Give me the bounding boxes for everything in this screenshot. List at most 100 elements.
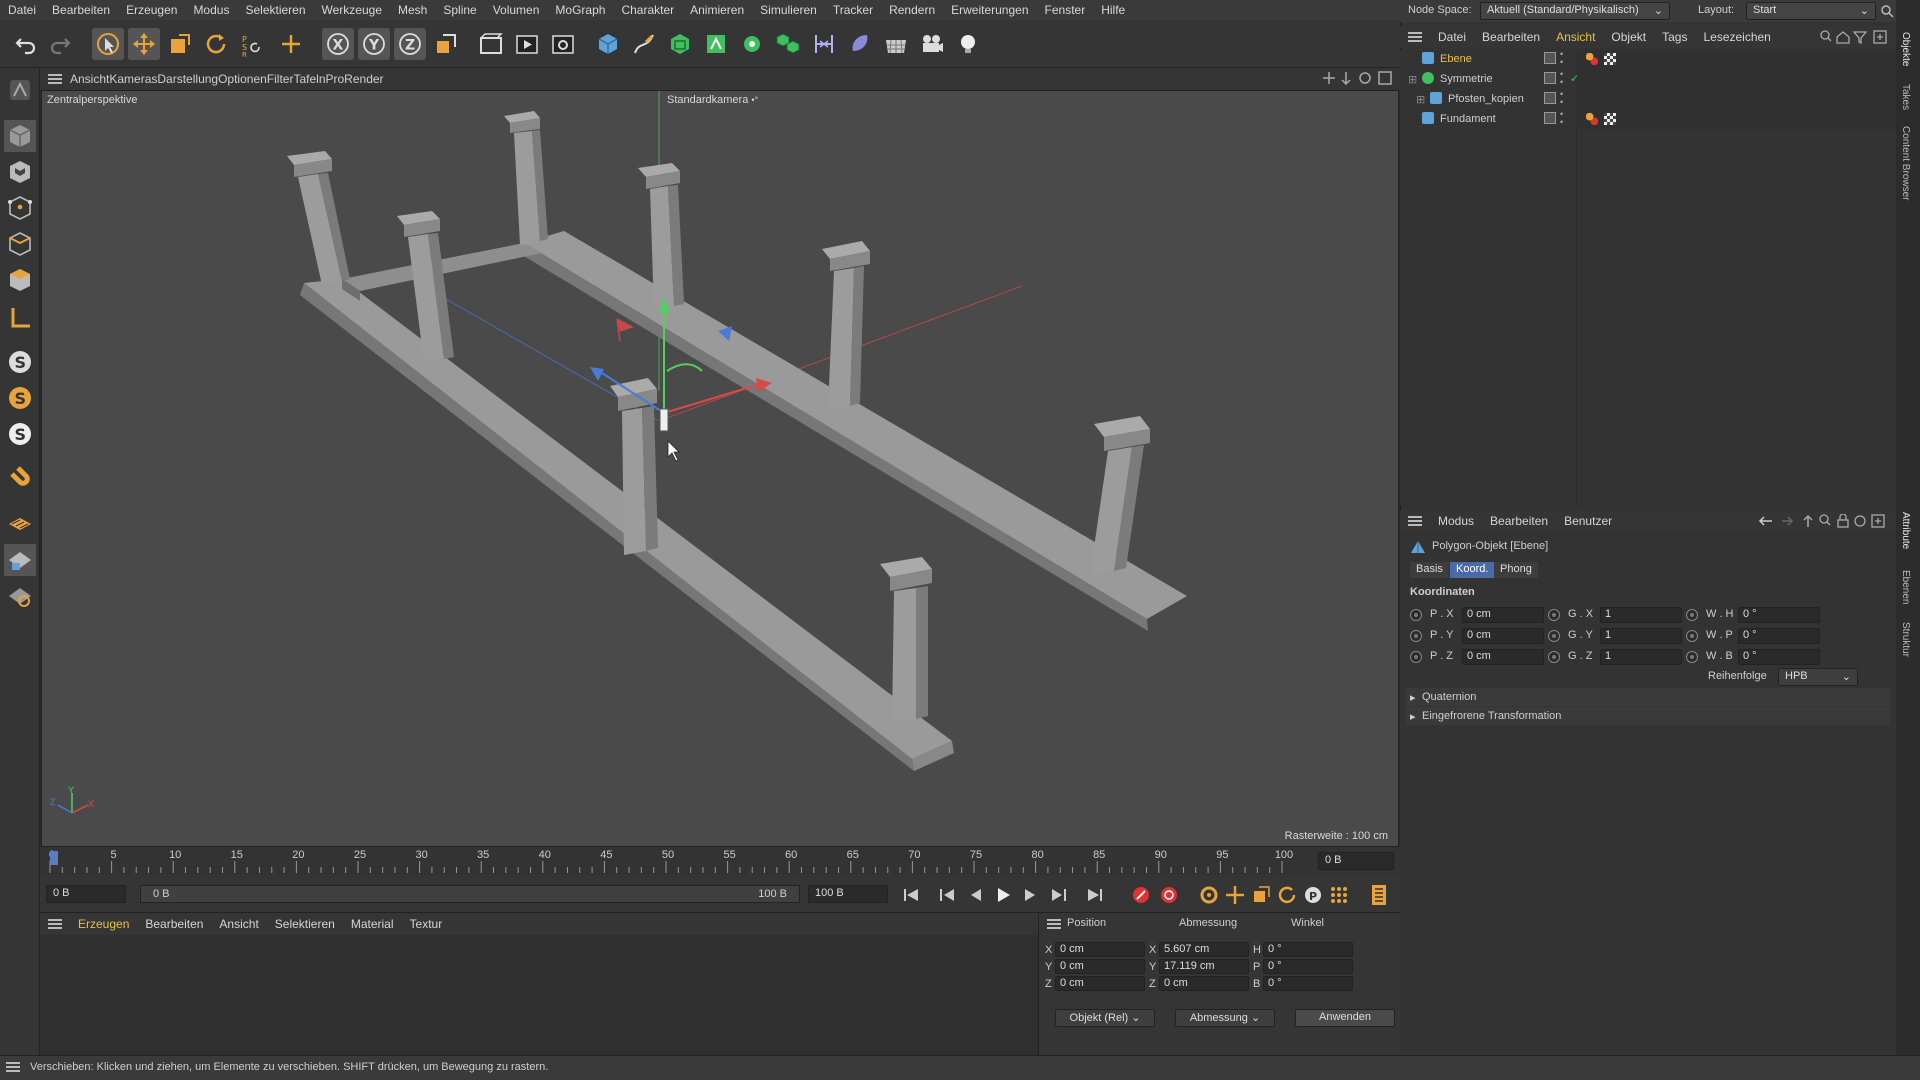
lock-x-axis-button[interactable]: X [322,28,354,60]
layout-select[interactable]: Start ⌄ [1746,2,1876,20]
object-menu-objekt[interactable]: Objekt [1603,30,1654,44]
menu-item-selektieren[interactable]: Selektieren [237,3,313,17]
planar-workplane-button[interactable] [4,580,36,612]
attr-scale-field[interactable]: 1 [1600,649,1682,665]
attr-scale-field[interactable]: 1 [1600,607,1682,623]
lock-icon[interactable] [1837,513,1849,528]
lock-z-axis-button[interactable]: Z [394,28,426,60]
object-menu-bearbeiten[interactable]: Bearbeiten [1474,30,1548,44]
record-keys-button[interactable] [1130,884,1152,906]
zoom-view-icon[interactable] [1341,72,1351,86]
field-button[interactable] [808,28,840,60]
menu-item-rendern[interactable]: Rendern [881,3,943,17]
phong-tag-icon[interactable] [1586,113,1598,125]
floor-button[interactable] [880,28,912,60]
expand-toggle-icon[interactable]: ⊞ [1416,93,1425,106]
search-icon[interactable] [1820,30,1832,42]
auto-keying-button[interactable] [1158,884,1180,906]
coord-menu-icon[interactable] [1047,919,1061,929]
key-parameter-button[interactable]: P [1302,884,1324,906]
render-view-button[interactable] [511,28,543,60]
texture-mode-button[interactable] [4,156,36,188]
search-icon[interactable] [1819,514,1831,526]
search-icon[interactable] [1880,4,1894,18]
material-menu-textur[interactable]: Textur [402,917,451,931]
recent-tools-button[interactable]: PSR [236,28,268,60]
menu-item-werkzeuge[interactable]: Werkzeuge [314,3,390,17]
redo-button[interactable] [44,28,76,60]
side-tab-layers[interactable]: Ebenen [1900,570,1911,604]
next-frame-button[interactable] [1020,884,1042,906]
attr-menu-bearbeiten[interactable]: Bearbeiten [1482,514,1556,528]
edit-toggle-icon[interactable] [1544,72,1556,84]
new-window-icon[interactable] [1871,514,1885,528]
object-row[interactable]: ⊞ Pfosten_kopien • • [1400,90,1896,110]
material-menu-erzeugen[interactable]: Erzeugen [70,917,137,931]
undo-button[interactable] [10,28,42,60]
menu-item-simulieren[interactable]: Simulieren [752,3,825,17]
object-row[interactable]: Ebene • • [1400,50,1896,70]
filter-icon[interactable] [1852,31,1868,45]
edge-mode-button[interactable] [4,228,36,260]
3d-viewport[interactable]: Zentralperspektive Standardkamera •° Ras… [41,90,1399,847]
side-tab-attributes[interactable]: Attribute [1900,512,1911,549]
material-menu-material[interactable]: Material [343,917,402,931]
goto-start-button[interactable] [900,884,922,906]
menu-item-volumen[interactable]: Volumen [485,3,548,17]
move-tool-button[interactable] [128,28,160,60]
menu-item-erzeugen[interactable]: Erzeugen [118,3,185,17]
attr-menu-modus[interactable]: Modus [1430,514,1482,528]
frozen-transform-section[interactable]: ▸ Eingefrorene Transformation [1406,707,1890,725]
menu-item-spline[interactable]: Spline [435,3,484,17]
side-tab-objects[interactable]: Objekte [1900,32,1911,66]
coordinate-system-button[interactable] [430,28,462,60]
solo-hierarchy-button[interactable]: S [4,418,36,450]
visibility-dots-icon[interactable]: • • [1560,70,1563,87]
expand-toggle-icon[interactable]: ⊞ [1408,73,1417,86]
attr-rot-field[interactable]: 0 ° [1738,649,1820,665]
create-object-tool-button[interactable] [275,28,307,60]
viewport-menu-optionen[interactable]: Optionen [218,72,267,86]
attr-pos-field[interactable]: 0 cm [1462,649,1544,665]
grid-lock-button[interactable] [4,544,36,576]
up-arrow-icon[interactable] [1803,514,1813,527]
magnet-button[interactable] [4,464,36,496]
live-select-button[interactable] [92,28,124,60]
timeline-ruler[interactable]: 0510152025303540455055606570758085909510… [40,847,1400,875]
prev-key-button[interactable] [936,884,958,906]
spline-pen-button[interactable] [628,28,660,60]
environment-button[interactable] [844,28,876,60]
edit-toggle-icon[interactable] [1544,92,1556,104]
coord-size-field[interactable]: 17.119 cm [1159,959,1249,974]
material-menu-ansicht[interactable]: Ansicht [211,917,266,931]
key-pla-button[interactable] [1328,884,1350,906]
make-editable-button[interactable] [4,74,36,106]
object-menu-lesezeichen[interactable]: Lesezeichen [1695,30,1778,44]
visibility-dots-icon[interactable]: • • [1560,50,1563,67]
coord-rot-field[interactable]: 0 ° [1263,942,1353,957]
object-menu-tags[interactable]: Tags [1654,30,1695,44]
side-tab-structure[interactable]: Struktur [1900,622,1911,657]
attr-menu-icon[interactable] [1408,516,1422,526]
polygon-mode-button[interactable] [4,264,36,296]
back-arrow-icon[interactable] [1758,516,1772,526]
key-position-button[interactable] [1224,884,1246,906]
coord-size-field[interactable]: 0 cm [1159,976,1249,991]
material-manager-area[interactable] [40,935,1038,1055]
viewport-menu-icon[interactable] [48,74,62,84]
animate-radio-icon[interactable] [1686,651,1698,663]
rotate-view-icon[interactable] [1359,72,1371,84]
attr-menu-benutzer[interactable]: Benutzer [1556,514,1620,528]
settings-circle-icon[interactable] [1854,515,1866,527]
lock-y-axis-button[interactable]: Y [358,28,390,60]
generator-button[interactable] [700,28,732,60]
status-menu-icon[interactable] [6,1062,20,1072]
end-frame-field[interactable]: 100 B [808,885,888,903]
menu-item-datei[interactable]: Datei [0,3,44,17]
key-rotation-button[interactable] [1276,884,1298,906]
viewport-menu-filter[interactable]: Filter [267,72,294,86]
coord-mode-select[interactable]: Objekt (Rel) ⌄ [1055,1009,1155,1027]
menu-item-erweiterungen[interactable]: Erweiterungen [943,3,1036,17]
render-settings-button[interactable] [547,28,579,60]
viewport-menu-ansicht[interactable]: Ansicht [70,72,109,86]
